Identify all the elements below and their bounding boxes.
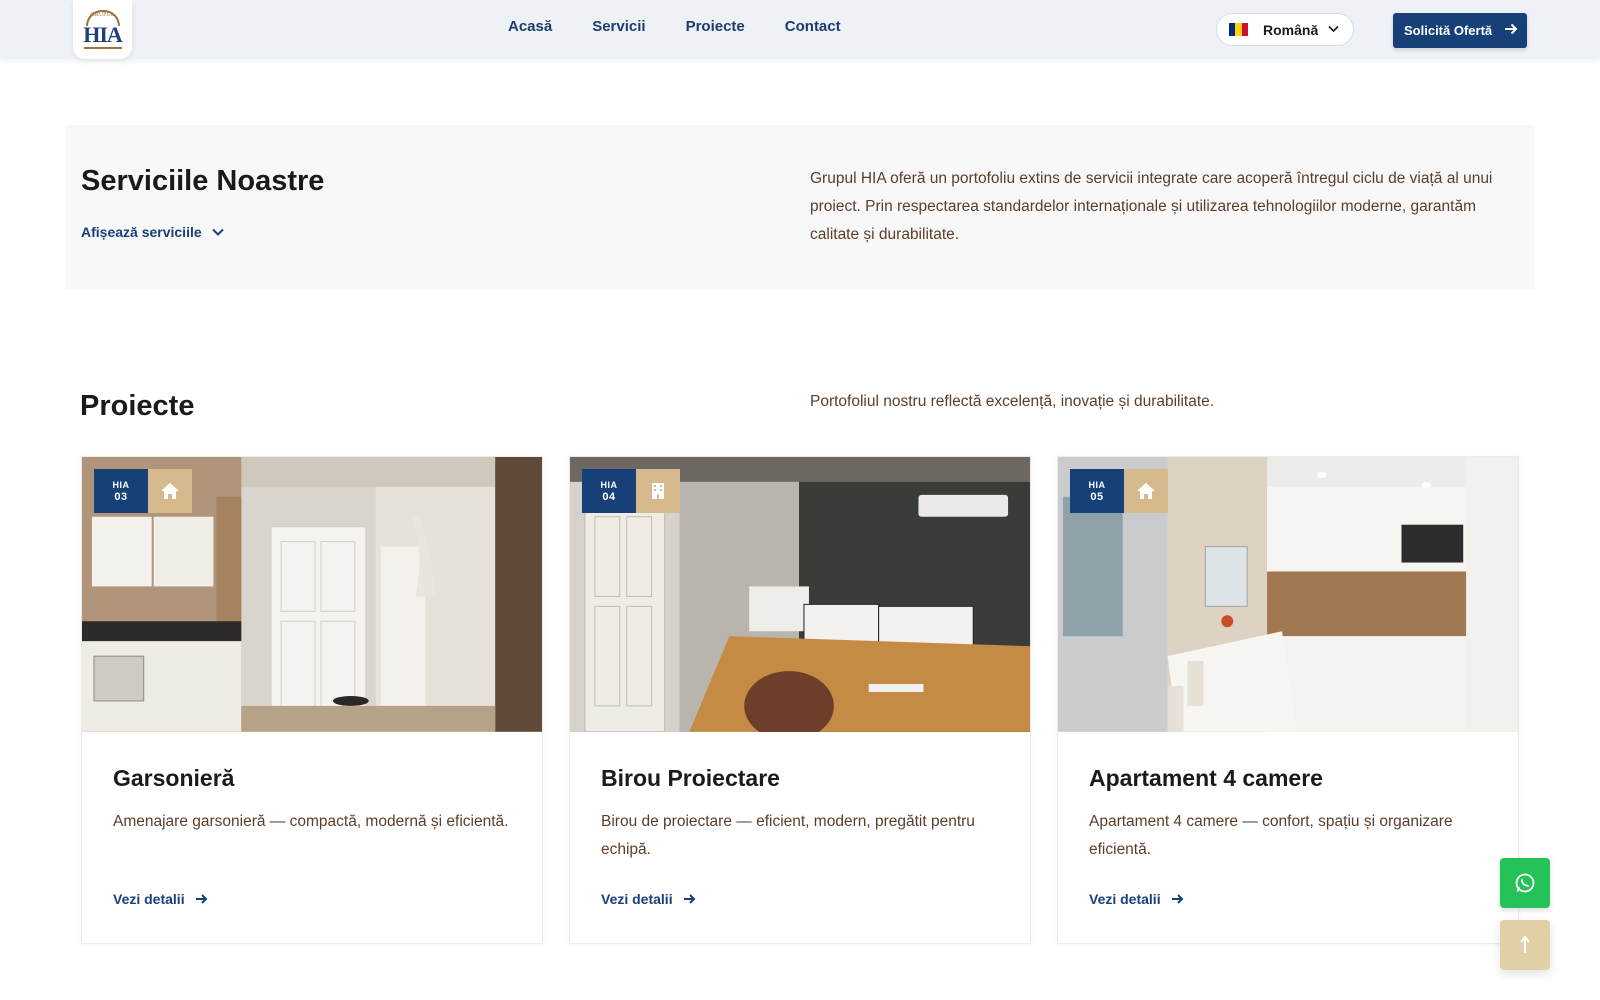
project-badge: HIA 03 [94, 469, 192, 513]
arrow-right-icon [1171, 894, 1184, 904]
arrow-right-icon [195, 894, 208, 904]
project-card[interactable]: HIA 05 Apartament 4 camere Apartament 4 … [1057, 456, 1519, 944]
project-card[interactable]: HIA 04 Birou Proiectare Birou de proiect… [569, 456, 1031, 944]
show-services-label: Afișează serviciile [81, 224, 202, 240]
chevron-down-icon [211, 225, 224, 239]
language-label: Română [1263, 21, 1319, 38]
site-header: GRUPUL HIA Acasă Servicii Proiecte Conta… [0, 0, 1600, 59]
home-icon [1124, 469, 1168, 513]
project-image-apartment[interactable]: HIA 05 [1058, 457, 1518, 733]
whatsapp-icon [1515, 873, 1535, 893]
chevron-down-icon [1328, 24, 1339, 36]
project-card[interactable]: HIA 03 Garsonieră Amenajare garsonieră —… [81, 456, 543, 944]
services-section: Serviciile Noastre Afișează serviciile G… [65, 125, 1535, 290]
project-description: Birou de proiectare — eficient, modern, … [601, 813, 975, 858]
nav-item-services[interactable]: Servicii [592, 18, 645, 35]
logo-small-text: GRUPUL [90, 12, 115, 18]
project-title: Apartament 4 camere [1089, 765, 1323, 791]
project-image-kitchen[interactable]: HIA 03 [82, 457, 542, 733]
show-services-toggle[interactable]: Afișează serviciile [81, 224, 224, 240]
arrow-up-icon [1520, 936, 1530, 953]
main-nav: Acasă Servicii Proiecte Contact [508, 18, 841, 35]
view-details-link[interactable]: Vezi detalii [1089, 891, 1184, 907]
project-badge: HIA 05 [1070, 469, 1168, 513]
nav-item-home[interactable]: Acasă [508, 18, 552, 35]
logo-text: HIA [83, 22, 123, 47]
services-title: Serviciile Noastre [81, 165, 325, 197]
project-description: Amenajare garsonieră — compactă, modernă… [113, 813, 509, 830]
logo-underline [83, 47, 122, 49]
language-selector[interactable]: Română [1216, 13, 1354, 46]
logo[interactable]: GRUPUL HIA [73, 0, 132, 59]
scroll-to-top-button[interactable] [1500, 920, 1550, 970]
romania-flag-icon [1229, 23, 1248, 36]
view-details-link[interactable]: Vezi detalii [601, 891, 696, 907]
whatsapp-button[interactable] [1500, 858, 1550, 908]
nav-item-contact[interactable]: Contact [785, 18, 841, 35]
project-title: Garsonieră [113, 765, 235, 791]
request-offer-label: Solicită Ofertă [1404, 23, 1493, 38]
project-code: HIA 03 [94, 469, 148, 513]
project-image-office[interactable]: HIA 04 [570, 457, 1030, 733]
project-badge: HIA 04 [582, 469, 680, 513]
services-description: Grupul HIA oferă un portofoliu extins de… [810, 170, 1493, 243]
project-description: Apartament 4 camere — confort, spațiu și… [1089, 813, 1453, 858]
projects-subtitle: Portofoliul nostru reflectă excelență, i… [810, 393, 1215, 410]
project-code: HIA 04 [582, 469, 636, 513]
project-title: Birou Proiectare [601, 765, 780, 791]
nav-item-projects[interactable]: Proiecte [686, 18, 745, 35]
arrow-right-icon [1504, 22, 1518, 39]
project-code: HIA 05 [1070, 469, 1124, 513]
home-icon [148, 469, 192, 513]
view-details-link[interactable]: Vezi detalii [113, 891, 208, 907]
building-icon [636, 469, 680, 513]
projects-title: Proiecte [80, 390, 195, 422]
arrow-right-icon [683, 894, 696, 904]
request-offer-button[interactable]: Solicită Ofertă [1393, 13, 1527, 48]
